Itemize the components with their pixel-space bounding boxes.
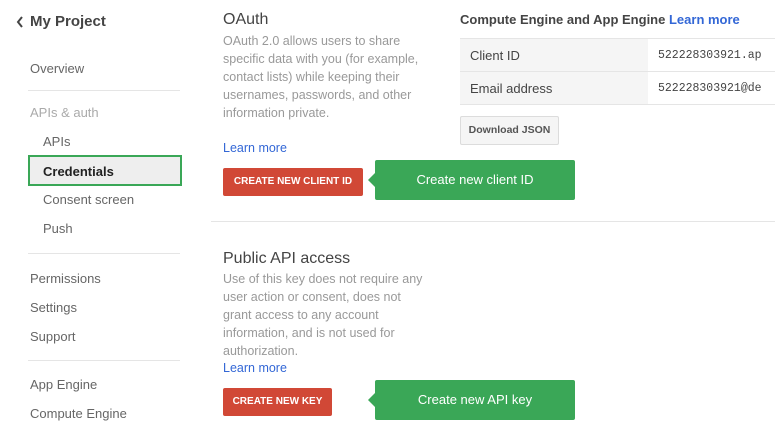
create-new-client-id-button[interactable]: CREATE NEW CLIENT ID [223,168,363,196]
back-to-project-link[interactable]: My Project [16,13,106,30]
download-json-button[interactable]: Download JSON [460,116,559,145]
client-id-value: 522228303921.ap [658,49,762,62]
sidebar-item-support[interactable]: Support [30,329,76,344]
sidebar-item-consent-screen[interactable]: Consent screen [43,192,134,207]
sidebar-item-push[interactable]: Push [43,221,73,236]
sidebar-item-compute-engine[interactable]: Compute Engine [30,406,127,421]
sidebar-item-settings[interactable]: Settings [30,300,77,315]
public-api-description: Use of this key does not require any use… [223,272,423,358]
email-address-value: 522228303921@de [658,82,762,95]
sidebar-item-apis[interactable]: APIs [43,134,70,149]
sidebar-divider [28,253,180,254]
chevron-left-icon [16,15,23,28]
create-api-key-callout: Create new API key [368,380,575,420]
sidebar-divider [28,360,180,361]
create-client-id-callout: Create new client ID [368,160,575,200]
client-id-label: Client ID [460,39,648,71]
oauth-title: OAuth [223,11,269,28]
compute-app-engine-heading: Compute Engine and App Engine Learn more [460,12,740,27]
sidebar-divider [28,90,180,91]
sidebar-item-credentials[interactable]: Credentials [28,155,182,186]
sidebar-item-permissions[interactable]: Permissions [30,271,101,286]
oauth-learn-more-link[interactable]: Learn more [223,141,287,155]
create-new-key-button[interactable]: CREATE NEW KEY [223,388,332,416]
project-name: My Project [30,13,106,30]
table-row: Client ID 522228303921.ap [460,39,775,72]
oauth-description: OAuth 2.0 allows users to share specific… [223,34,419,120]
sidebar-item-overview[interactable]: Overview [30,61,84,76]
public-api-learn-more-link[interactable]: Learn more [223,361,287,375]
compute-learn-more-link[interactable]: Learn more [669,12,740,27]
sidebar-item-app-engine[interactable]: App Engine [30,377,97,392]
email-address-label: Email address [460,72,648,104]
sidebar-section-apis-auth: APIs & auth [30,105,99,120]
section-divider [211,221,775,222]
compute-app-engine-title: Compute Engine and App Engine [460,12,666,27]
sidebar: My Project Overview APIs & auth APIs Cre… [0,0,200,428]
public-api-title: Public API access [223,250,351,267]
table-row: Email address 522228303921@de [460,72,775,105]
client-info-table: Client ID 522228303921.ap Email address … [460,38,775,105]
